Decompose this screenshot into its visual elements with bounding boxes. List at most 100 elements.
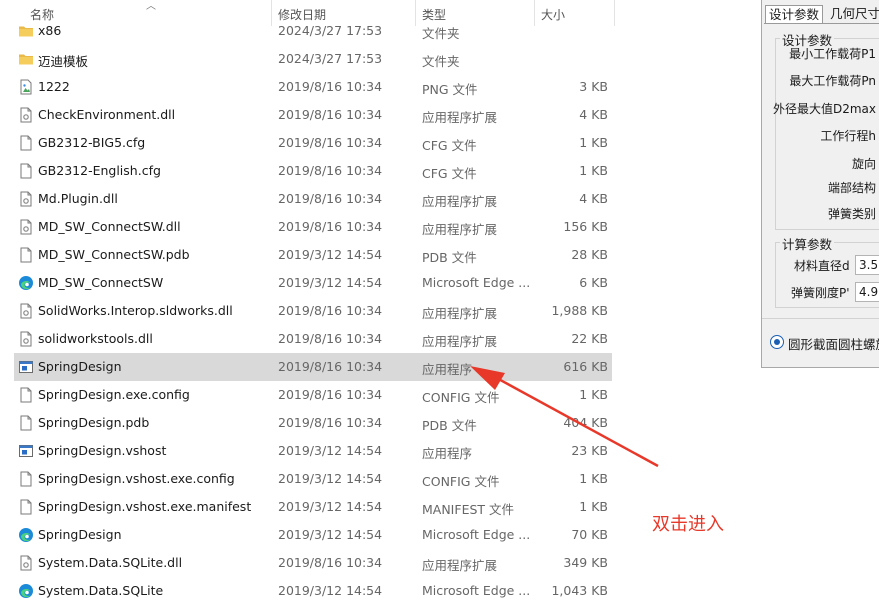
file-row[interactable]: GB2312-English.cfg 2019/8/16 10:34 CFG 文件 1…	[14, 157, 612, 185]
circular-section-radio[interactable]	[770, 335, 784, 349]
app-icon	[18, 443, 34, 459]
file-size: 1 KB	[579, 499, 608, 514]
file-name: SpringDesign	[38, 527, 122, 542]
file-name: SolidWorks.Interop.sldworks.dll	[38, 303, 233, 318]
file-size: 1 KB	[579, 135, 608, 150]
outer-dia-max-label: 外径最大值D2max	[772, 102, 876, 116]
tab-design-params[interactable]: 设计参数	[765, 5, 824, 24]
edge-icon	[18, 527, 34, 543]
file-row[interactable]: MD_SW_ConnectSW 2019/3/12 14:54 Microsoft …	[14, 269, 612, 297]
file-name: System.Data.SQLite.dll	[38, 555, 183, 570]
file-size: 616 KB	[563, 359, 608, 374]
file-row[interactable]: SpringDesign.exe.config 2019/8/16 10:34 CO…	[14, 381, 612, 409]
file-row[interactable]: SpringDesign 2019/8/16 10:34 应用程序 616 KB	[14, 353, 612, 381]
file-name: SpringDesign.vshost	[38, 443, 167, 458]
file-icon	[18, 163, 34, 179]
wire-dia-input[interactable]: 3.5	[855, 255, 879, 275]
file-row[interactable]: System.Data.SQLite 2019/3/12 14:54 Microso…	[14, 577, 612, 605]
file-date: 2019/8/16 10:34	[278, 79, 383, 94]
file-type: 文件夹	[422, 26, 460, 41]
file-size: 6 KB	[579, 275, 608, 290]
file-date: 2019/8/16 10:34	[278, 191, 383, 206]
file-row[interactable]: CheckEnvironment.dll 2019/8/16 10:34 应用程序扩…	[14, 101, 612, 129]
file-size: 1 KB	[579, 471, 608, 486]
stiffness-label: 弹簧刚度P'	[791, 286, 850, 300]
file-type: 应用程序扩展	[422, 558, 498, 573]
file-type: CFG 文件	[422, 138, 477, 153]
image-file-icon	[18, 79, 34, 95]
file-icon	[18, 135, 34, 151]
column-divider[interactable]	[614, 0, 615, 26]
file-name: SpringDesign.vshost.exe.config	[38, 471, 235, 486]
tab-geometry[interactable]: 几何尺寸	[830, 5, 879, 23]
file-name: 迈迪模板	[38, 54, 89, 69]
file-size: 404 KB	[563, 415, 608, 430]
file-size: 1 KB	[579, 163, 608, 178]
file-type: PDB 文件	[422, 250, 477, 265]
tab-divider	[764, 23, 879, 24]
file-name: System.Data.SQLite	[38, 583, 164, 598]
file-date: 2019/3/12 14:54	[278, 275, 383, 290]
file-row[interactable]: solidworkstools.dll 2019/8/16 10:34 应用程序扩展…	[14, 325, 612, 353]
file-size: 3 KB	[579, 79, 608, 94]
file-row[interactable]: 迈迪模板 2024/3/27 17:53 文件夹	[14, 45, 612, 73]
file-type: PDB 文件	[422, 418, 477, 433]
dll-file-icon	[18, 219, 34, 235]
file-size: 28 KB	[571, 247, 608, 262]
file-icon	[18, 415, 34, 431]
file-row[interactable]: MD_SW_ConnectSW.dll 2019/8/16 10:34 应用程序扩展…	[14, 213, 612, 241]
file-name: GB2312-BIG5.cfg	[38, 135, 146, 150]
file-size: 23 KB	[571, 443, 608, 458]
file-row[interactable]: MD_SW_ConnectSW.pdb 2019/3/12 14:54 PDB 文件…	[14, 241, 612, 269]
file-size: 1,043 KB	[551, 583, 608, 598]
file-row[interactable]: SpringDesign.vshost 2019/3/12 14:54 应用程序 23…	[14, 437, 612, 465]
file-type: 应用程序	[422, 446, 473, 461]
file-type: Microsoft Edge ...	[422, 275, 531, 290]
file-date: 2024/3/27 17:53	[278, 51, 383, 66]
file-size: 1,988 KB	[551, 303, 608, 318]
file-row[interactable]: SolidWorks.Interop.sldworks.dll 2019/8/16…	[14, 297, 612, 325]
file-date: 2019/8/16 10:34	[278, 331, 383, 346]
file-row[interactable]: SpringDesign.pdb 2019/8/16 10:34 PDB 文件 404…	[14, 409, 612, 437]
file-date: 2019/8/16 10:34	[278, 135, 383, 150]
dll-file-icon	[18, 191, 34, 207]
file-row[interactable]: SpringDesign.vshost.exe.config 2019/3/12 …	[14, 465, 612, 493]
stroke-label: 工作行程h	[820, 129, 876, 143]
file-date: 2019/8/16 10:34	[278, 303, 383, 318]
file-row[interactable]: SpringDesign 2019/3/12 14:54 Microsoft Edg…	[14, 521, 612, 549]
end-structure-label: 端部结构	[827, 181, 876, 195]
file-row[interactable]: System.Data.SQLite.dll 2019/8/16 10:34 应用程…	[14, 549, 612, 577]
file-row[interactable]: SpringDesign.vshost.exe.manifest 2019/3/1…	[14, 493, 612, 521]
file-date: 2019/3/12 14:54	[278, 583, 383, 598]
file-row[interactable]: GB2312-BIG5.cfg 2019/8/16 10:34 CFG 文件 1 KB	[14, 129, 612, 157]
file-date: 2019/8/16 10:34	[278, 107, 383, 122]
folder-icon	[18, 51, 34, 67]
calc-params-group-label: 计算参数	[780, 234, 835, 253]
file-date: 2019/3/12 14:54	[278, 443, 383, 458]
min-load-label: 最小工作载荷P1	[789, 47, 876, 61]
file-row[interactable]: 1222 2019/8/16 10:34 PNG 文件 3 KB	[14, 73, 612, 101]
file-name: GB2312-English.cfg	[38, 163, 161, 178]
file-size: 4 KB	[579, 107, 608, 122]
dll-file-icon	[18, 107, 34, 123]
file-date: 2019/3/12 14:54	[278, 247, 383, 262]
file-explorer: 名称 ︿ 修改日期 类型 大小 x86 2024/3/27 17:53 文件夹 迈迪模…	[0, 0, 760, 603]
file-row[interactable]: Md.Plugin.dll 2019/8/16 10:34 应用程序扩展 4 KB	[14, 185, 612, 213]
file-type: CONFIG 文件	[422, 390, 500, 405]
file-type: 应用程序扩展	[422, 110, 498, 125]
dll-file-icon	[18, 331, 34, 347]
stiffness-input[interactable]: 4.9	[855, 282, 879, 302]
file-type: Microsoft Edge ...	[422, 583, 531, 598]
file-name: Md.Plugin.dll	[38, 191, 118, 206]
file-row[interactable]: x86 2024/3/27 17:53 文件夹	[14, 17, 612, 45]
file-type: PNG 文件	[422, 82, 478, 97]
file-size: 70 KB	[571, 527, 608, 542]
file-date: 2019/8/16 10:34	[278, 359, 383, 374]
circular-section-radio-label[interactable]: 圆形截面圆柱螺旋	[788, 334, 879, 353]
file-size: 4 KB	[579, 191, 608, 206]
file-type: CONFIG 文件	[422, 474, 500, 489]
file-name: solidworkstools.dll	[38, 331, 153, 346]
file-size: 349 KB	[563, 555, 608, 570]
file-date: 2019/8/16 10:34	[278, 555, 383, 570]
file-icon	[18, 387, 34, 403]
